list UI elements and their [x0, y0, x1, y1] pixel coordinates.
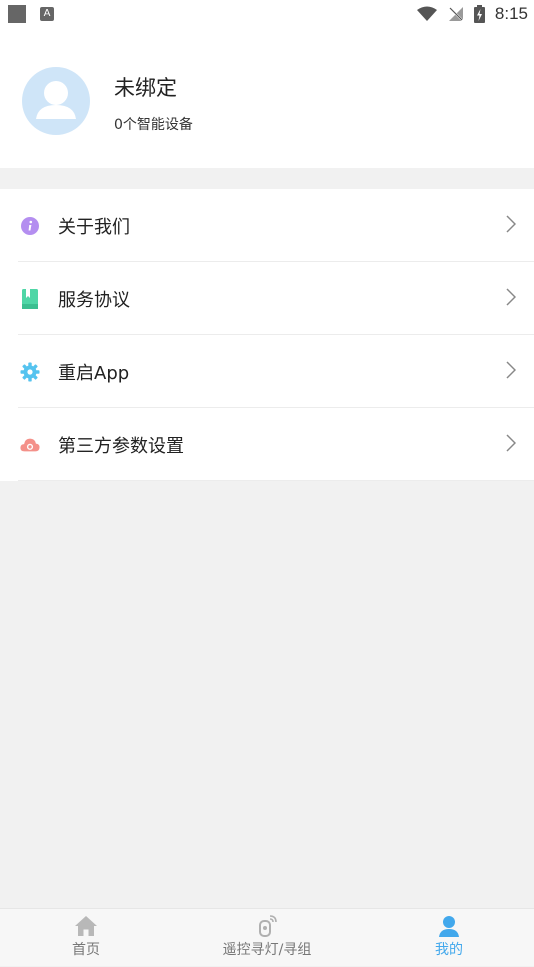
- device-count: 0个智能设备: [114, 117, 193, 133]
- chevron-right-icon: [506, 288, 516, 306]
- status-time: 8:15: [494, 4, 528, 23]
- tab-label: 首页: [72, 942, 100, 958]
- tab-home[interactable]: 首页: [36, 909, 136, 967]
- remote-signal-icon: [259, 915, 277, 937]
- avatar[interactable]: [22, 67, 90, 135]
- status-bar-left: A: [8, 5, 54, 23]
- app-notification-icon: [8, 5, 26, 23]
- status-bar-right: 8:15: [416, 4, 528, 24]
- menu-item-label: 关于我们: [58, 216, 130, 238]
- chevron-right-icon: [506, 434, 516, 452]
- profile-name: 未绑定: [114, 76, 177, 100]
- menu-item-label: 第三方参数设置: [58, 435, 184, 457]
- menu-item-service-agreement[interactable]: 服务协议: [0, 262, 534, 335]
- avatar-user-icon: [36, 81, 76, 119]
- menu-item-label: 重启App: [58, 362, 130, 384]
- settings-menu: 关于我们 服务协议 重启App 第三方参数设置: [0, 189, 534, 481]
- notification-badge: A: [40, 7, 54, 21]
- cloud-icon: [20, 435, 40, 455]
- info-icon: [20, 216, 40, 236]
- chevron-right-icon: [506, 361, 516, 379]
- chevron-right-icon: [506, 215, 516, 233]
- home-icon: [75, 916, 97, 936]
- menu-item-about-us[interactable]: 关于我们: [0, 189, 534, 262]
- tab-remote-find[interactable]: 遥控寻灯/寻组: [207, 909, 327, 967]
- book-icon: [20, 288, 40, 309]
- menu-item-label: 服务协议: [58, 289, 130, 311]
- tab-mine[interactable]: 我的: [399, 909, 499, 967]
- tab-label: 我的: [435, 942, 463, 958]
- bottom-tab-bar: 首页 遥控寻灯/寻组 我的: [0, 908, 534, 966]
- tab-label: 遥控寻灯/寻组: [222, 942, 312, 958]
- status-bar: A 8:15: [0, 0, 534, 28]
- battery-charging-icon: [473, 5, 485, 23]
- menu-item-restart-app[interactable]: 重启App: [0, 335, 534, 408]
- profile-header[interactable]: 未绑定 0个智能设备: [0, 28, 534, 168]
- menu-item-third-party-settings[interactable]: 第三方参数设置: [0, 408, 534, 481]
- no-signal-icon: [448, 7, 464, 22]
- wifi-icon: [416, 6, 437, 21]
- gear-icon: [20, 362, 40, 382]
- user-icon: [439, 916, 459, 937]
